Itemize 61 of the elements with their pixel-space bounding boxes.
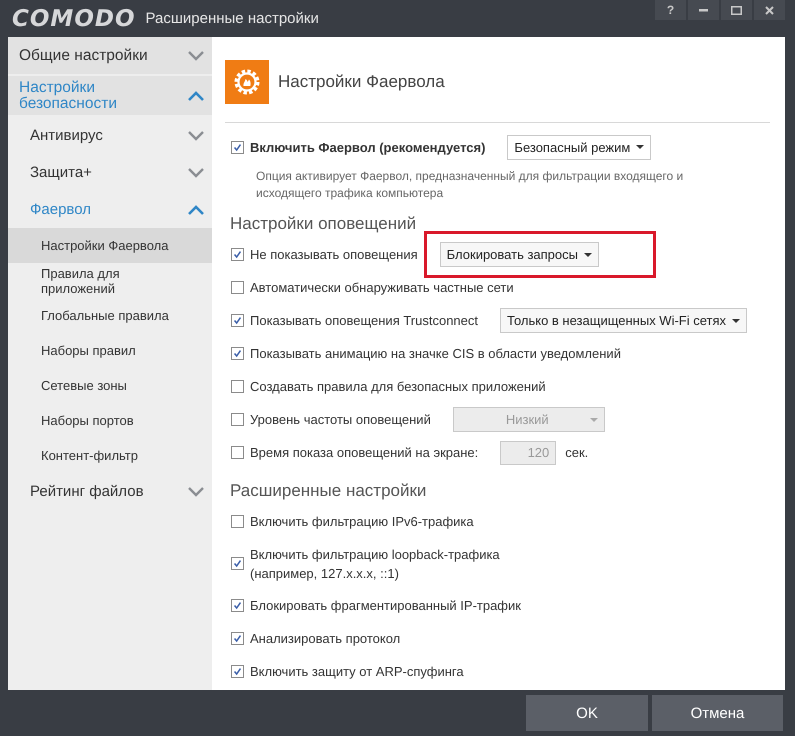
dropdown[interactable]: Только в незащищенных Wi-Fi сетях bbox=[500, 308, 748, 333]
sidebar-item[interactable]: Общие настройки bbox=[8, 37, 212, 74]
chevron-down-icon bbox=[188, 130, 204, 140]
checkbox[interactable] bbox=[231, 248, 244, 261]
dropdown[interactable]: Безопасный режим bbox=[507, 134, 652, 160]
option-label: Уровень частоты оповещений bbox=[250, 412, 431, 427]
close-button[interactable] bbox=[754, 0, 785, 20]
chevron-up-icon bbox=[188, 90, 204, 100]
sidebar-item[interactable]: Наборы портов bbox=[8, 403, 212, 438]
maximize-icon bbox=[731, 6, 742, 14]
close-icon bbox=[765, 6, 774, 14]
option-label: Показывать оповещения Trustconnect bbox=[250, 313, 478, 328]
option-label: Включить фильтрацию IPv6-трафика bbox=[250, 514, 474, 529]
option-label: Создавать правила для безопасных приложений bbox=[250, 379, 546, 394]
option-label: Включить фильтрацию loopback-трафика (например, 127.x.x.x, ::1) bbox=[250, 546, 501, 582]
app-logo: COMODO bbox=[12, 6, 136, 32]
checkbox[interactable] bbox=[231, 632, 244, 645]
sidebar-item[interactable]: Контент-фильтр bbox=[8, 438, 212, 473]
sidebar-item[interactable]: Настройки Фаервола bbox=[8, 228, 212, 263]
panel-title: Настройки Фаервола bbox=[278, 72, 445, 92]
checkbox[interactable] bbox=[231, 347, 244, 360]
option-label: Анализировать протокол bbox=[250, 631, 400, 646]
chevron-down-icon bbox=[188, 168, 204, 178]
checkbox[interactable] bbox=[231, 281, 244, 294]
sidebar-item[interactable]: Глобальные правила bbox=[8, 298, 212, 333]
ok-button[interactable]: OK bbox=[526, 695, 648, 731]
section-heading: Настройки оповещений bbox=[230, 214, 418, 234]
sidebar-item[interactable]: Рейтинг файлов bbox=[8, 473, 212, 510]
checkbox[interactable] bbox=[231, 599, 244, 612]
minimize-icon bbox=[699, 8, 708, 12]
chevron-up-icon bbox=[188, 204, 204, 214]
minimize-button[interactable] bbox=[688, 0, 719, 20]
dropdown[interactable]: Блокировать запросы bbox=[440, 242, 599, 267]
option-description: Опция активирует Фаервол, предназначенный для фильтрации входящего и исходящего трафика компьютера bbox=[256, 168, 684, 202]
checkbox[interactable] bbox=[231, 557, 244, 570]
option-label: Включить Фаервол (рекомендуется) bbox=[250, 140, 486, 154]
option-label: Время показа оповещений на экране: bbox=[250, 445, 478, 460]
sidebar-item[interactable]: Антивирус bbox=[8, 117, 212, 154]
checkbox[interactable] bbox=[231, 140, 244, 154]
help-button[interactable]: ? bbox=[655, 0, 686, 20]
checkbox[interactable] bbox=[231, 314, 244, 327]
option-label: Не показывать оповещения bbox=[250, 247, 418, 262]
checkbox[interactable] bbox=[231, 515, 244, 528]
gear-icon bbox=[225, 60, 269, 104]
chevron-down-icon bbox=[188, 50, 204, 60]
unit-label: сек. bbox=[565, 445, 588, 460]
sidebar-item[interactable]: Наборы правил bbox=[8, 333, 212, 368]
section-heading: Расширенные настройки bbox=[230, 481, 428, 501]
checkbox[interactable] bbox=[231, 665, 244, 678]
chevron-down-icon bbox=[188, 486, 204, 496]
option-label: Блокировать фрагментированный IP-трафик bbox=[250, 598, 521, 613]
window-title: Расширенные настройки bbox=[146, 10, 319, 27]
option-label: Включить защиту от ARP-спуфинга bbox=[250, 664, 464, 679]
sidebar-item[interactable]: Сетевые зоны bbox=[8, 368, 212, 403]
maximize-button[interactable] bbox=[721, 0, 752, 20]
cancel-button[interactable]: Отмена bbox=[652, 695, 783, 731]
sidebar-item[interactable]: Защита+ bbox=[8, 154, 212, 191]
sidebar-item[interactable]: Правила для приложений bbox=[8, 263, 212, 298]
option-label: Показывать анимацию на значке CIS в области уведомлений bbox=[250, 346, 621, 361]
checkbox[interactable] bbox=[231, 380, 244, 393]
option-label: Автоматически обнаруживать частные сети bbox=[250, 280, 514, 295]
